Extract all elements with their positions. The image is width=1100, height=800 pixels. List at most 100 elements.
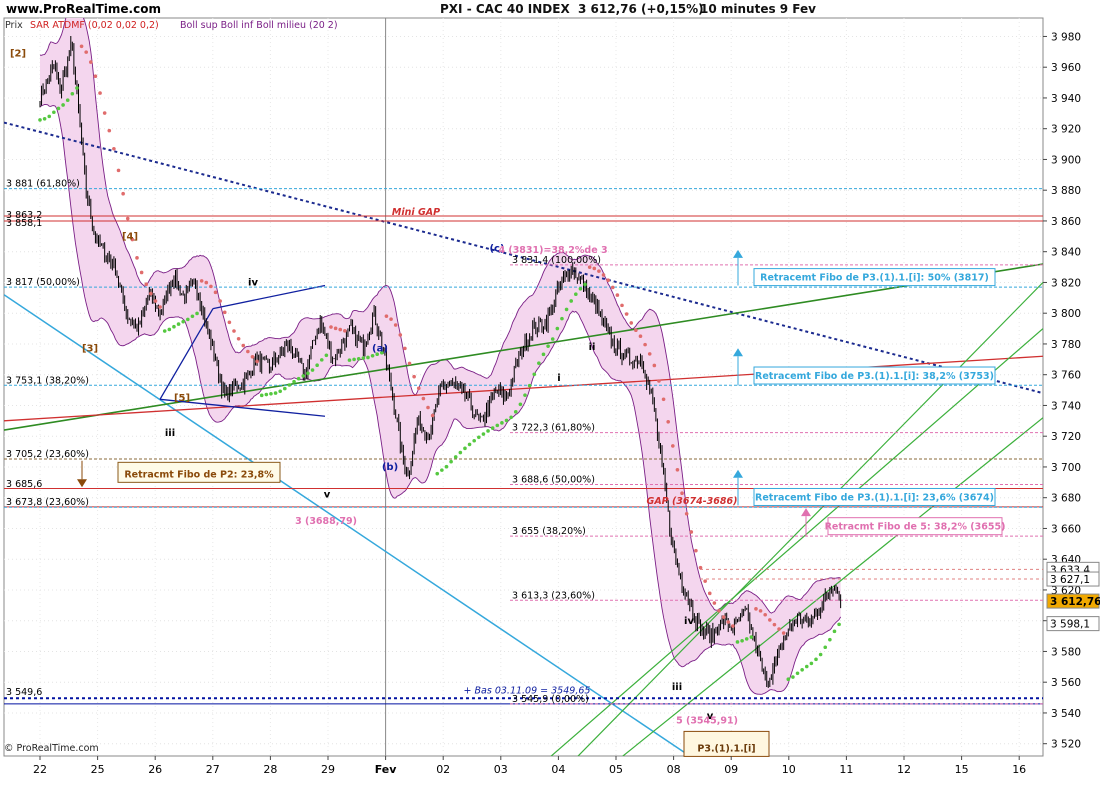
sar-dot	[546, 344, 550, 348]
sar-dot	[407, 361, 412, 366]
wedge-b	[212, 284, 326, 310]
sar-dot	[306, 371, 310, 376]
wave-b: (b)	[382, 462, 398, 473]
y-tick-label: 3 560	[1051, 677, 1081, 689]
axes: 3 5203 5403 5603 5803 6003 6203 6403 660…	[33, 31, 1100, 776]
sar-dot	[744, 637, 749, 641]
sar-dot	[430, 413, 435, 418]
sar-dot	[144, 282, 149, 286]
fibo-label: 3 655 (38,20%)	[512, 526, 586, 537]
sar-dot	[467, 442, 472, 447]
y-tick-label: 3 740	[1051, 400, 1081, 412]
sar-dot	[680, 491, 684, 496]
fibo-label: 3 613,3 (23,60%)	[512, 590, 595, 601]
sar-dot	[361, 356, 366, 360]
sar-dot	[264, 392, 269, 397]
x-tick-label: 09	[724, 763, 738, 776]
sar-dot	[615, 293, 620, 297]
sar-dot	[689, 530, 694, 534]
x-tick-label: 08	[667, 763, 681, 776]
annot-bas: + Bas 03.11.09 = 3549,65	[464, 686, 591, 697]
sar-dot	[227, 320, 232, 325]
sar-dot	[356, 356, 361, 361]
y-tick-label: 3 760	[1051, 370, 1081, 382]
sar-dot	[578, 286, 583, 291]
sar-dot	[532, 372, 537, 377]
price-badge-1-text: 3 627,1	[1050, 574, 1090, 586]
sar-dot	[472, 438, 476, 443]
wave-4: [4]	[122, 231, 138, 242]
sar-dot	[754, 607, 758, 611]
sar-dot	[477, 435, 481, 440]
sar-dot	[343, 329, 347, 333]
sar-dot	[601, 273, 606, 277]
sar-dot	[620, 303, 624, 308]
sar-dot	[490, 426, 495, 430]
chart-price: 3 612,76 (+0,15%)	[578, 2, 704, 16]
sar-dot	[703, 579, 707, 583]
annot-wave5: 5 (3545,91)	[676, 716, 738, 727]
sar-dot	[791, 675, 795, 679]
sar-dot	[246, 349, 250, 354]
sar-dot	[158, 305, 162, 309]
sar-dot	[236, 336, 241, 341]
sar-dot	[504, 418, 509, 423]
sar-dot	[398, 333, 403, 337]
fibo-label: 3 722,3 (61,80%)	[512, 423, 595, 434]
sar-dot	[592, 266, 597, 271]
x-tick-label: 03	[494, 763, 508, 776]
annot-wave3: 3 (3688,79)	[295, 516, 357, 527]
sar-dot	[172, 324, 176, 329]
sar-dot	[657, 379, 661, 383]
sar-dot	[93, 74, 98, 78]
sar-dot	[89, 60, 93, 64]
wave-v: v	[324, 490, 331, 501]
arrow-236-head	[733, 469, 743, 478]
y-tick-label: 3 660	[1051, 523, 1081, 535]
box-fibo50-text: Retracemt Fibo de P3.(1).1.[i]: 50% (381…	[760, 273, 989, 284]
sar-dot	[102, 111, 107, 115]
edge-label: 3 549,6	[6, 687, 42, 698]
price-chart[interactable]: 3 881 (61,80%) 3 817 (50,00%) 3 753,1 (38,…	[0, 0, 1100, 800]
sar-dot	[541, 352, 546, 357]
sar-dot	[241, 343, 246, 348]
y-tick-label: 3 780	[1051, 339, 1081, 351]
arrow-5-head	[801, 508, 811, 517]
sar-dot	[574, 292, 578, 296]
sar-dot	[421, 396, 426, 401]
site-url[interactable]: www.ProRealTime.com	[6, 2, 161, 16]
sar-dot	[255, 359, 259, 364]
sar-dot	[42, 116, 47, 121]
sar-dot	[310, 368, 315, 372]
y-tick-label: 3 540	[1051, 708, 1081, 720]
sar-dot	[643, 342, 647, 347]
sar-dot	[832, 629, 837, 634]
y-tick-label: 3 820	[1051, 277, 1081, 289]
wave-iii2: iii	[672, 682, 682, 693]
sar-dot	[107, 128, 112, 133]
sar-dot	[204, 280, 209, 285]
sar-dot	[814, 657, 818, 662]
sar-dot	[712, 601, 717, 605]
fibo-label: 3 881 (61,80%)	[6, 179, 80, 190]
x-tick-label: 11	[839, 763, 853, 776]
sar-dot	[597, 269, 601, 273]
legend-boll: Boll sup Boll inf Boll milieu (20 2)	[180, 20, 338, 31]
y-tick-label: 3 700	[1051, 462, 1081, 474]
sar-dot	[190, 314, 195, 319]
sar-dot	[324, 353, 329, 358]
bollinger-fill	[40, 18, 841, 695]
sar-dot	[495, 423, 500, 428]
box-p3-text: P3.(1).1.[i]	[697, 743, 755, 754]
sar-dot	[698, 565, 703, 570]
sar-dot	[167, 327, 172, 332]
sar-dot	[735, 640, 740, 644]
annot-minigap: Mini GAP	[392, 207, 440, 218]
annot-gap: GAP (3674-3686)	[647, 496, 738, 507]
sar-dot	[694, 548, 698, 553]
sar-dot	[232, 329, 236, 333]
sar-dot	[610, 285, 615, 290]
sar-dot	[278, 389, 282, 394]
sar-dot	[717, 609, 721, 613]
sar-dot	[79, 44, 84, 49]
